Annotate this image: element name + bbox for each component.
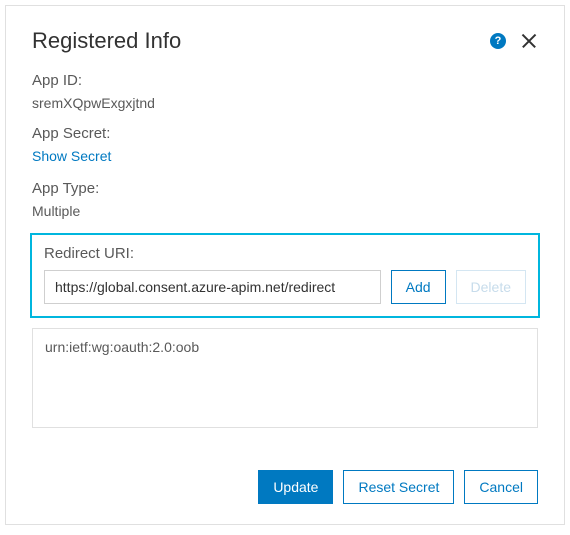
app-type-value: Multiple [32, 203, 538, 219]
page-title: Registered Info [32, 28, 181, 54]
redirect-uri-input[interactable] [44, 270, 381, 304]
redirect-uri-row: Add Delete [44, 270, 526, 304]
app-id-label: App ID: [32, 72, 538, 89]
cancel-button[interactable]: Cancel [464, 470, 538, 504]
app-id-value: sremXQpwExgxjtnd [32, 95, 538, 111]
footer-actions: Update Reset Secret Cancel [258, 470, 538, 504]
header: Registered Info ? [32, 28, 538, 54]
show-secret-link[interactable]: Show Secret [32, 148, 111, 164]
add-button[interactable]: Add [391, 270, 446, 304]
app-type-label: App Type: [32, 180, 538, 197]
redirect-uri-highlight: Redirect URI: Add Delete [30, 233, 540, 318]
reset-secret-button[interactable]: Reset Secret [343, 470, 454, 504]
update-button[interactable]: Update [258, 470, 333, 504]
registered-info-panel: Registered Info ? App ID: sremXQpwExgxjt… [5, 5, 565, 525]
close-icon[interactable] [520, 32, 538, 50]
redirect-uri-list[interactable]: urn:ietf:wg:oauth:2.0:oob [32, 328, 538, 428]
header-actions: ? [490, 32, 538, 50]
redirect-uri-label: Redirect URI: [44, 245, 526, 262]
help-icon[interactable]: ? [490, 33, 506, 49]
app-secret-label: App Secret: [32, 125, 538, 142]
delete-button: Delete [456, 270, 526, 304]
app-secret-block: App Secret: Show Secret [32, 125, 538, 166]
list-item[interactable]: urn:ietf:wg:oauth:2.0:oob [45, 339, 525, 355]
app-type-block: App Type: Multiple [32, 180, 538, 219]
app-id-block: App ID: sremXQpwExgxjtnd [32, 72, 538, 111]
